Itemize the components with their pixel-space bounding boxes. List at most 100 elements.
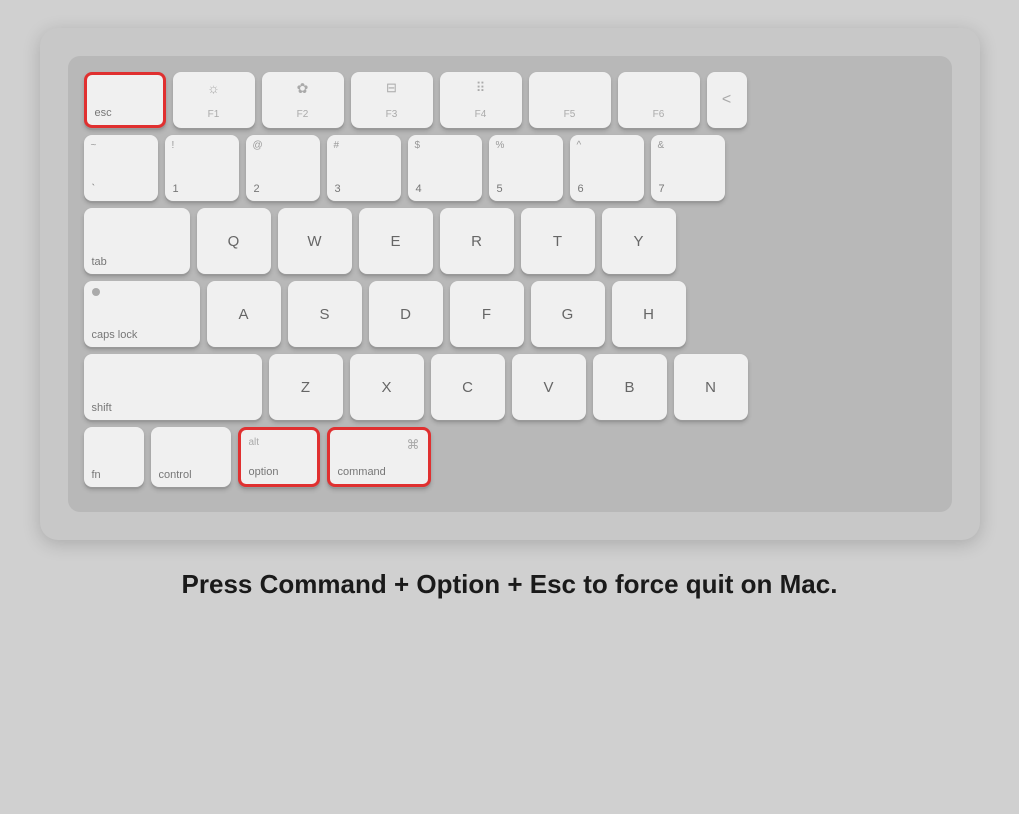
control-key[interactable]: control [151,427,231,487]
f5-label: F5 [564,109,576,120]
f1-key[interactable]: ☼ F1 [173,72,255,128]
r-label: R [471,233,482,250]
5-label: 5 [497,183,503,195]
f2-label: F2 [297,109,309,120]
zxcv-row: shift Z X C V B N [84,354,936,420]
b-key[interactable]: B [593,354,667,420]
number-row: ~ ` ! 1 @ 2 # 3 $ 4 % 5 [84,135,936,201]
esc-label: esc [95,107,112,119]
b-label: B [624,379,634,396]
d-label: D [400,306,411,323]
6-top: ^ [577,140,582,151]
v-key[interactable]: V [512,354,586,420]
3-top: # [334,140,340,151]
tilde-top: ~ [91,140,97,151]
f2-icon: ✿ [297,80,309,97]
g-key[interactable]: G [531,281,605,347]
f-key[interactable]: F [450,281,524,347]
t-key[interactable]: T [521,208,595,274]
tilde-label: ` [92,183,96,195]
w-key[interactable]: W [278,208,352,274]
tab-label: tab [92,256,107,268]
y-label: Y [633,233,643,250]
r-key[interactable]: R [440,208,514,274]
2-top: @ [253,140,263,151]
qwerty-row: tab Q W E R T Y [84,208,936,274]
s-label: S [319,306,329,323]
command-icon: ⌘ [407,437,420,453]
n-key[interactable]: N [674,354,748,420]
f6-key[interactable]: F6 [618,72,700,128]
tab-key[interactable]: tab [84,208,190,274]
x-label: X [381,379,391,396]
x-key[interactable]: X [350,354,424,420]
e-label: E [390,233,400,250]
f5-key[interactable]: F5 [529,72,611,128]
fn-key[interactable]: fn [84,427,144,487]
s-key[interactable]: S [288,281,362,347]
f1-icon: ☼ [207,80,220,96]
z-key[interactable]: Z [269,354,343,420]
keyboard-container: esc ☼ F1 ✿ F2 ⊟ F3 ⠿ F4 F5 F6 [40,28,980,540]
e-key[interactable]: E [359,208,433,274]
a-label: A [238,306,248,323]
esc-key[interactable]: esc [84,72,166,128]
w-label: W [307,233,321,250]
f-label: F [482,306,491,323]
4-key[interactable]: $ 4 [408,135,482,201]
asdf-row: caps lock A S D F G H [84,281,936,347]
caps-key[interactable]: caps lock [84,281,200,347]
5-key[interactable]: % 5 [489,135,563,201]
n-label: N [705,379,716,396]
d-key[interactable]: D [369,281,443,347]
f3-label: F3 [386,109,398,120]
3-key[interactable]: # 3 [327,135,401,201]
f6-label: F6 [653,109,665,120]
1-top: ! [172,140,175,151]
command-label: command [338,466,386,478]
caps-indicator [92,288,100,296]
g-label: G [562,306,574,323]
alt-top-label: alt [249,437,260,448]
option-key[interactable]: alt option [238,427,320,487]
keyboard-inner: esc ☼ F1 ✿ F2 ⊟ F3 ⠿ F4 F5 F6 [68,56,952,512]
h-label: H [643,306,654,323]
f4-key[interactable]: ⠿ F4 [440,72,522,128]
f3-icon: ⊟ [386,80,397,96]
6-label: 6 [578,183,584,195]
f4-icon: ⠿ [476,80,486,96]
v-label: V [543,379,553,396]
shift-label: shift [92,402,112,414]
q-key[interactable]: Q [197,208,271,274]
q-label: Q [228,233,240,250]
4-label: 4 [416,183,422,195]
7-label: 7 [659,183,665,195]
7-top: & [658,140,665,151]
h-key[interactable]: H [612,281,686,347]
6-key[interactable]: ^ 6 [570,135,644,201]
1-key[interactable]: ! 1 [165,135,239,201]
z-label: Z [301,379,310,396]
caps-label: caps lock [92,329,138,341]
f4-label: F4 [475,109,487,120]
7-key[interactable]: & 7 [651,135,725,201]
overflow-icon: < [722,91,731,109]
shift-key[interactable]: shift [84,354,262,420]
5-top: % [496,140,505,151]
fn-label: fn [92,469,101,481]
3-label: 3 [335,183,341,195]
c-key[interactable]: C [431,354,505,420]
f1-label: F1 [208,109,220,120]
caption: Press Command + Option + Esc to force qu… [162,568,858,602]
1-label: 1 [173,183,179,195]
c-label: C [462,379,473,396]
a-key[interactable]: A [207,281,281,347]
command-key[interactable]: ⌘ command [327,427,431,487]
tilde-key[interactable]: ~ ` [84,135,158,201]
more-key[interactable]: < [707,72,747,128]
2-key[interactable]: @ 2 [246,135,320,201]
f2-key[interactable]: ✿ F2 [262,72,344,128]
function-row: esc ☼ F1 ✿ F2 ⊟ F3 ⠿ F4 F5 F6 [84,72,936,128]
y-key[interactable]: Y [602,208,676,274]
f3-key[interactable]: ⊟ F3 [351,72,433,128]
